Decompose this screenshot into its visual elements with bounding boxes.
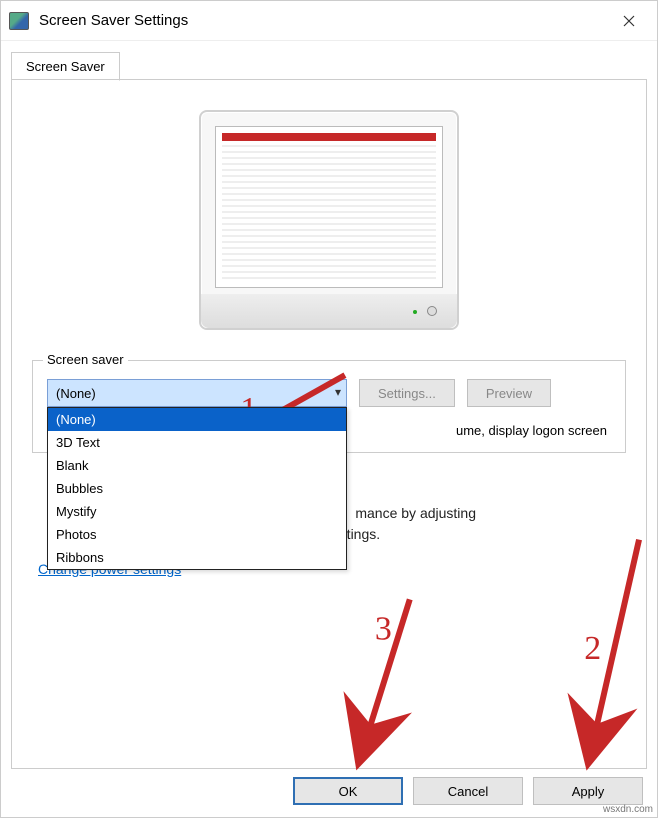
preview-button: Preview — [467, 379, 551, 407]
option-mystify[interactable]: Mystify — [48, 500, 346, 523]
close-button[interactable] — [609, 1, 649, 41]
screensaver-group: Screen saver (None) ▾ (None) 3D Text Bla… — [32, 360, 626, 453]
apply-button[interactable]: Apply — [533, 777, 643, 805]
option-ribbons[interactable]: Ribbons — [48, 546, 346, 569]
chevron-down-icon: ▾ — [335, 385, 341, 399]
settings-button: Settings... — [359, 379, 455, 407]
close-icon — [623, 15, 635, 27]
screensaver-select-value: (None) — [56, 386, 96, 401]
option-3d-text[interactable]: 3D Text — [48, 431, 346, 454]
tab-panel: Screen saver (None) ▾ (None) 3D Text Bla… — [11, 79, 647, 769]
ok-button[interactable]: OK — [293, 777, 403, 805]
app-icon — [9, 12, 29, 30]
group-label: Screen saver — [43, 352, 128, 367]
dialog-buttons: OK Cancel Apply — [293, 777, 643, 805]
power-button-icon — [427, 306, 437, 316]
option-blank[interactable]: Blank — [48, 454, 346, 477]
monitor-bezel — [201, 294, 457, 328]
window-title: Screen Saver Settings — [39, 12, 188, 29]
option-photos[interactable]: Photos — [48, 523, 346, 546]
titlebar: Screen Saver Settings — [1, 1, 657, 41]
option-none[interactable]: (None) — [48, 408, 346, 431]
screensaver-select[interactable]: (None) ▾ (None) 3D Text Blank Bubbles My… — [47, 379, 347, 407]
tab-strip: Screen Saver — [1, 41, 657, 80]
watermark: wsxdn.com — [603, 804, 653, 815]
screensaver-select-display[interactable]: (None) ▾ — [47, 379, 347, 407]
pm-line1-fragment: mance by adjusting — [355, 505, 476, 521]
monitor-preview — [199, 110, 459, 330]
monitor-screen — [215, 126, 443, 288]
cancel-button[interactable]: Cancel — [413, 777, 523, 805]
power-led-icon — [413, 310, 417, 314]
tab-screen-saver[interactable]: Screen Saver — [11, 52, 120, 81]
screensaver-select-list[interactable]: (None) 3D Text Blank Bubbles Mystify Pho… — [47, 407, 347, 570]
screensaver-settings-window: Screen Saver Settings Screen Saver Scree… — [0, 0, 658, 818]
option-bubbles[interactable]: Bubbles — [48, 477, 346, 500]
